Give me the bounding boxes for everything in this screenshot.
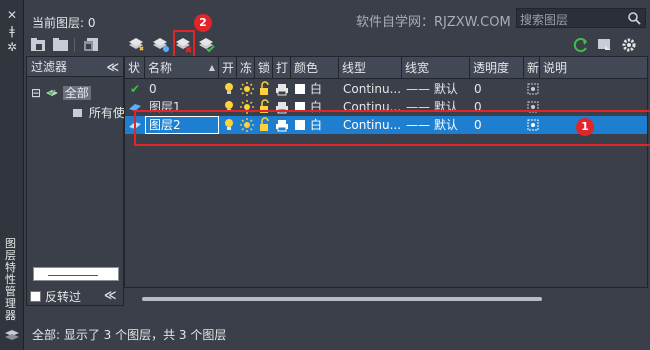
column-header-lock[interactable]: 锁 xyxy=(255,57,273,79)
filter-panel: 过滤器 ≪ ⊟ 全部 所有使 xyxy=(26,56,125,306)
column-header-new-vp-freeze[interactable]: 新 xyxy=(524,57,540,79)
table-header: 状 名称 ▲ 开 冻 锁 打 颜色 线型 线宽 透明度 新 说明 xyxy=(125,57,647,79)
column-header-plot[interactable]: 打 xyxy=(273,57,291,79)
checkbox[interactable] xyxy=(30,291,41,302)
column-header-lineweight[interactable]: 线宽 xyxy=(402,57,470,79)
column-header-name[interactable]: 名称 ▲ xyxy=(145,57,219,79)
filter-tree-item-used[interactable]: 所有使 xyxy=(71,105,125,121)
column-header-on[interactable]: 开 xyxy=(219,57,237,79)
pin-icon[interactable]: ǂ xyxy=(5,24,19,38)
invert-filter-checkbox[interactable]: 反转过 xyxy=(30,288,81,306)
collapse-filter-icon[interactable]: ≪ xyxy=(104,288,117,302)
column-header-description[interactable]: 说明 xyxy=(540,57,647,79)
lineweight[interactable]: —— 默认 xyxy=(406,80,458,98)
set-current-icon[interactable] xyxy=(198,37,216,53)
column-header-color[interactable]: 颜色 xyxy=(291,57,339,79)
new-layer-icon[interactable] xyxy=(128,37,146,53)
new-vp-freeze-icon[interactable] xyxy=(527,80,539,98)
settings-icon[interactable]: ✲ xyxy=(5,40,19,54)
filter-tree: ⊟ 全部 所有使 xyxy=(27,77,125,287)
annotation-badge-2: 2 xyxy=(194,14,212,32)
sort-ascending-icon: ▲ xyxy=(208,63,215,72)
layer-filter-icon xyxy=(73,109,82,117)
search-input[interactable]: 搜索图层 xyxy=(516,8,646,28)
palette-title: 图层特性管理器 xyxy=(5,237,16,322)
scrollbar-thumb[interactable] xyxy=(142,297,542,301)
layer-properties-manager: 当前图层: 0 软件自学网：RJZXW.COM 搜索图层 2 过滤器 ≪ ⊟ 全… xyxy=(24,0,650,350)
gear-icon[interactable] xyxy=(620,37,638,53)
printer-icon[interactable] xyxy=(275,80,289,98)
table-row[interactable]: ✔ 0 白 Continu... —— 默认 0 xyxy=(125,80,647,98)
layer-name[interactable]: 0 xyxy=(149,80,157,98)
current-layer-check-icon: ✔ xyxy=(130,82,141,96)
collapse-filter-icon[interactable]: ≪ xyxy=(106,57,119,77)
bulb-on-icon[interactable] xyxy=(223,80,235,98)
filter-title: 过滤器 xyxy=(31,60,68,74)
color-name: 白 xyxy=(310,82,323,96)
layer-filter-icon xyxy=(45,89,58,96)
search-placeholder: 搜索图层 xyxy=(520,13,569,27)
invert-filter-label: 反转过 xyxy=(45,290,82,304)
new-layer-vp-frozen-icon[interactable] xyxy=(152,37,170,53)
color-swatch[interactable] xyxy=(295,80,305,98)
sun-thawed-icon[interactable] xyxy=(240,80,254,98)
transparency[interactable]: 0 xyxy=(474,80,482,98)
palette-side-strip: ✕ ǂ ✲ 图层特性管理器 xyxy=(0,0,24,350)
tree-label: 所有使 xyxy=(88,106,125,120)
close-icon[interactable]: ✕ xyxy=(5,8,19,22)
layer-manager-icon xyxy=(4,328,20,342)
unlock-icon[interactable] xyxy=(258,80,270,98)
layer-table: 状 名称 ▲ 开 冻 锁 打 颜色 线型 线宽 透明度 新 说明 ✔ 0 白 Co… xyxy=(124,56,648,288)
layer-states-manager-icon[interactable] xyxy=(82,37,100,53)
tree-label: 全部 xyxy=(62,86,91,100)
refresh-icon[interactable] xyxy=(572,37,590,53)
linetype[interactable]: Continu... xyxy=(343,80,401,98)
annotation-badge-1: 1 xyxy=(576,118,594,136)
toolbar-separator xyxy=(74,38,75,52)
status-bar: 全部: 显示了 3 个图层，共 3 个图层 xyxy=(32,328,227,342)
tree-collapse-icon[interactable]: ⊟ xyxy=(31,86,41,100)
column-header-transparency[interactable]: 透明度 xyxy=(470,57,524,79)
new-group-filter-icon[interactable] xyxy=(52,37,70,53)
horizontal-scrollbar[interactable] xyxy=(140,292,648,306)
selected-row-highlight xyxy=(134,110,650,146)
new-property-filter-icon[interactable] xyxy=(30,37,48,53)
column-header-status[interactable]: 状 xyxy=(125,57,145,79)
layer-settings-icon[interactable] xyxy=(596,37,614,53)
search-icon[interactable] xyxy=(627,11,641,25)
column-header-freeze[interactable]: 冻 xyxy=(237,57,255,79)
filter-header: 过滤器 ≪ xyxy=(27,57,123,77)
filter-preview xyxy=(33,267,119,281)
current-layer-label: 当前图层: 0 xyxy=(32,16,96,30)
column-header-linetype[interactable]: 线型 xyxy=(339,57,402,79)
filter-tree-item-all[interactable]: ⊟ 全部 xyxy=(31,85,91,101)
watermark-brand: 软件自学网：RJZXW.COM xyxy=(356,15,511,30)
